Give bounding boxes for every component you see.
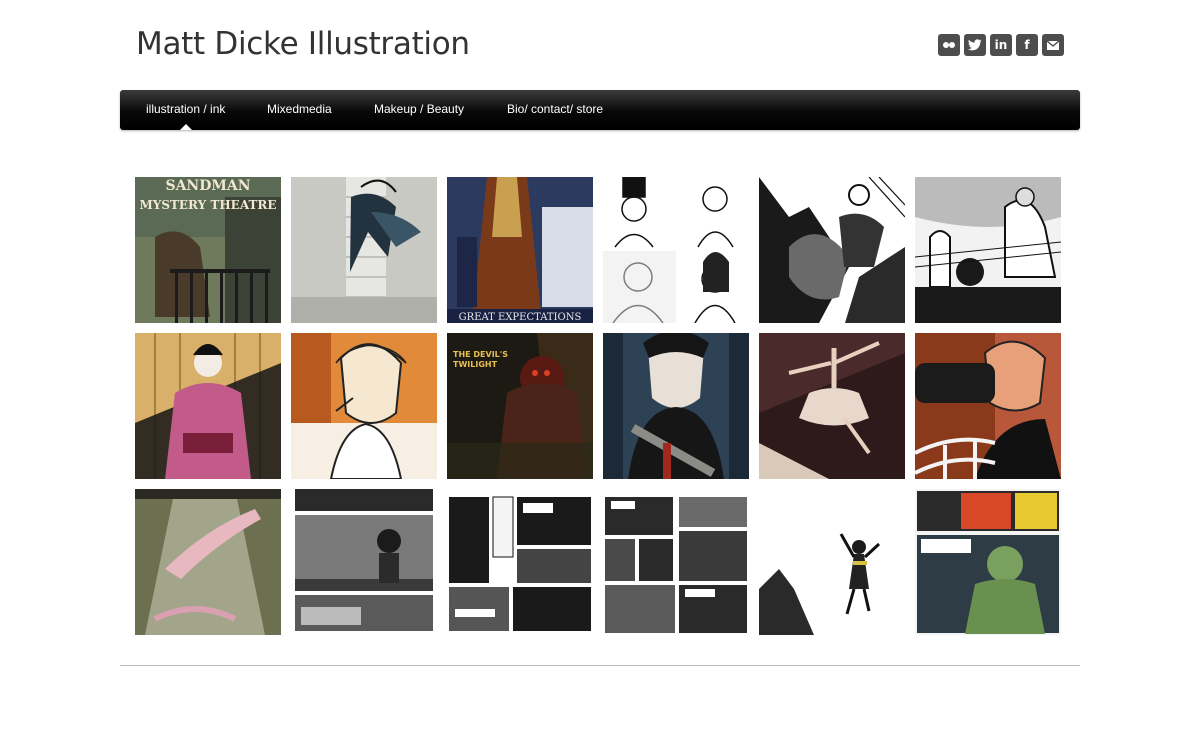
nav-item-makeup-beauty[interactable]: Makeup / Beauty	[374, 90, 464, 130]
thumb-floating-figure[interactable]	[135, 489, 281, 635]
thumb-devils-twilight[interactable]: THE DEVIL'S TWILIGHT	[447, 333, 593, 479]
nav-item-label: Mixedmedia	[267, 102, 332, 116]
main-navbar: illustration / ink Mixedmedia Makeup / B…	[120, 90, 1080, 130]
cover-title-line-2: TWILIGHT	[453, 360, 498, 369]
site-title: Matt Dicke Illustration	[136, 26, 470, 62]
flickr-icon[interactable]	[938, 34, 960, 56]
nav-item-illustration-ink[interactable]: illustration / ink	[146, 90, 225, 130]
nav-item-label: illustration / ink	[146, 102, 226, 116]
thumb-woman-smoking[interactable]	[291, 333, 437, 479]
footer-divider	[120, 665, 1080, 666]
image-gallery: SANDMAN MYSTERY THEATRE GREAT EXPECTATIO…	[135, 177, 1063, 637]
thumb-comic-zombie[interactable]	[915, 489, 1061, 635]
nav-item-label: Makeup / Beauty	[374, 102, 465, 116]
thumb-bandit-portrait[interactable]	[603, 333, 749, 479]
nav-item-label: Bio/ contact/ store	[507, 102, 604, 116]
cover-title-line-2: MYSTERY THEATRE	[139, 198, 276, 212]
thumb-ink-figures[interactable]	[759, 177, 905, 323]
active-indicator-caret	[179, 124, 192, 130]
linkedin-icon[interactable]: in	[990, 34, 1012, 56]
thumb-falling-man[interactable]	[759, 489, 905, 635]
social-links: in f	[938, 34, 1064, 56]
cover-title-line-1: THE DEVIL'S	[453, 350, 508, 359]
thumb-great-expectations[interactable]: GREAT EXPECTATIONS	[447, 177, 593, 323]
thumb-comic-page-3[interactable]	[603, 489, 749, 635]
facebook-icon[interactable]: f	[1016, 34, 1038, 56]
nav-item-bio-contact-store[interactable]: Bio/ contact/ store	[507, 90, 603, 130]
thumb-ink-interior[interactable]	[915, 177, 1061, 323]
thumb-comic-page-2[interactable]	[447, 489, 593, 635]
thumb-comic-page-1[interactable]	[291, 489, 437, 635]
thumb-victorian-portraits[interactable]	[603, 177, 749, 323]
thumb-skyscraper-hero[interactable]	[291, 177, 437, 323]
cover-title: GREAT EXPECTATIONS	[459, 312, 582, 323]
thumb-woman-with-camera[interactable]	[915, 333, 1061, 479]
thumb-geisha[interactable]	[135, 333, 281, 479]
envelope-icon[interactable]	[1042, 34, 1064, 56]
nav-item-mixedmedia[interactable]: Mixedmedia	[267, 90, 332, 130]
twitter-icon[interactable]	[964, 34, 986, 56]
thumb-sandman-mystery-theatre[interactable]: SANDMAN MYSTERY THEATRE	[135, 177, 281, 323]
cover-title-line-1: SANDMAN	[165, 178, 250, 194]
thumb-ballerina[interactable]	[759, 333, 905, 479]
